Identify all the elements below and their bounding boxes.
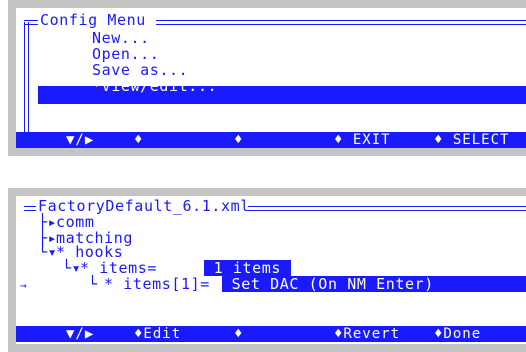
editor-frame-top-right	[248, 206, 526, 211]
menu-item-open[interactable]: Open...	[92, 46, 159, 62]
softkey-3[interactable]: ♦	[234, 326, 243, 342]
editor-softkey-bar: ▼/▶ ♦Edit ♦ ♦Revert ♦Done	[16, 326, 526, 342]
tree-branch-item1: └	[88, 275, 98, 293]
menu-item-save-as[interactable]: Save as...	[92, 62, 188, 78]
tree-item-items-1[interactable]: * items[1]=	[104, 276, 210, 292]
editor-panel: FactoryDefault_6.1.xml ├▸ comm ├▸ matchi…	[8, 188, 526, 352]
softkey-2[interactable]: ♦	[134, 132, 143, 148]
menu-item-new[interactable]: New...	[92, 30, 150, 46]
softkey-edit[interactable]: ♦Edit	[134, 326, 181, 342]
editor-screen: FactoryDefault_6.1.xml ├▸ comm ├▸ matchi…	[16, 196, 526, 344]
tree-expand-icon: └▾	[62, 259, 82, 277]
tree-item-items[interactable]: * items=	[80, 260, 157, 276]
menu-frame-left	[24, 22, 29, 142]
config-menu-screen: Config Menu New... Open... Save as... *V…	[16, 8, 526, 148]
menu-frame-top-left	[24, 20, 38, 25]
tree-item-comm[interactable]: comm	[56, 214, 95, 230]
tree-item-hooks[interactable]: * hooks	[56, 244, 123, 260]
config-menu-title: Config Menu	[40, 11, 146, 29]
softkey-nav[interactable]: ▼/▶	[66, 132, 94, 148]
tree-branch-hooks: └▾	[38, 244, 57, 260]
config-menu-panel: Config Menu New... Open... Save as... *V…	[8, 0, 526, 156]
tree-expand-icon: └▾	[38, 243, 58, 261]
softkey-3[interactable]: ♦	[234, 132, 243, 148]
items-count-value[interactable]: 1 items	[204, 260, 291, 276]
tree-branch-items: └▾	[62, 260, 81, 276]
item1-value-field[interactable]: Set DAC (On NM Enter)	[222, 276, 526, 292]
editor-title: FactoryDefault_6.1.xml	[38, 197, 250, 215]
menu-item-view-edit-label: *View/edit...	[92, 77, 218, 95]
softkey-nav[interactable]: ▼/▶	[66, 326, 94, 342]
menu-item-view-edit[interactable]: *View/edit...	[38, 78, 526, 104]
editor-frame-top-left	[24, 206, 36, 211]
config-menu-softkey-bar: ▼/▶ ♦ ♦ ♦ EXIT ♦ SELECT	[16, 132, 526, 148]
softkey-select[interactable]: ♦ SELECT	[434, 132, 509, 148]
softkey-exit[interactable]: ♦ EXIT	[334, 132, 391, 148]
current-row-marker-icon: →	[20, 279, 28, 292]
menu-frame-top-right	[156, 20, 526, 25]
softkey-revert[interactable]: ♦Revert	[334, 326, 400, 342]
softkey-done[interactable]: ♦Done	[434, 326, 481, 342]
tree-branch-comm: ├▸	[38, 214, 57, 230]
